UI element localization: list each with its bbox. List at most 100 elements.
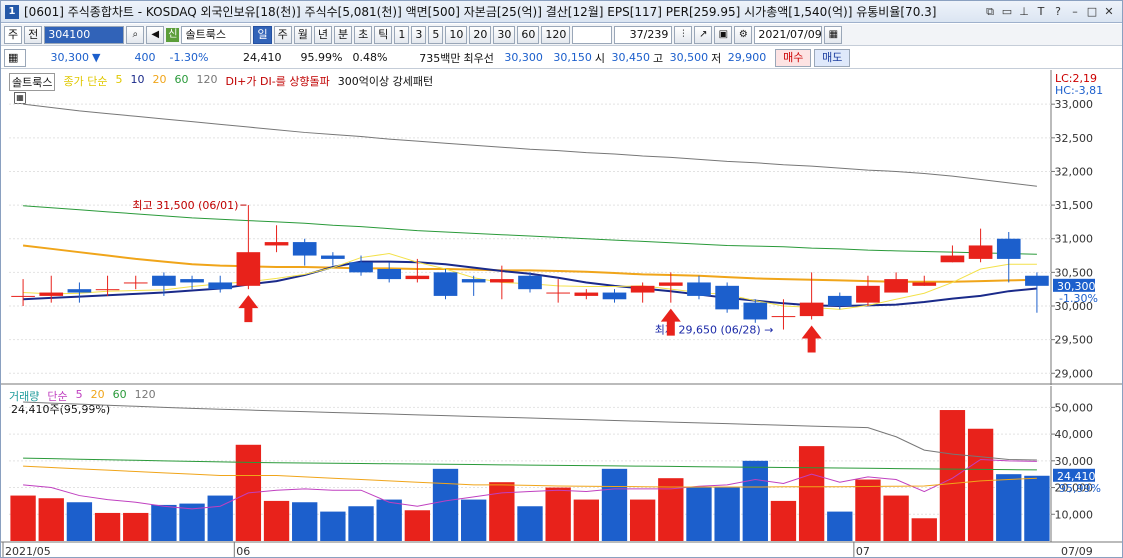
text-size-icon[interactable]: T bbox=[1034, 5, 1048, 19]
volume-bar bbox=[151, 504, 177, 541]
title-bar: 1 [0601] 주식종합차트 - KOSDAQ 외국인보유[18(천)] 주식… bbox=[1, 1, 1122, 23]
window-number-icon[interactable]: 1 bbox=[5, 4, 19, 19]
interval-20-button[interactable]: 20 bbox=[469, 25, 492, 44]
volume-bar bbox=[601, 468, 628, 541]
interval-10-button[interactable]: 10 bbox=[445, 25, 468, 44]
buy-button[interactable]: 매수 bbox=[775, 48, 812, 67]
volume-bar bbox=[827, 511, 853, 541]
volume-bar bbox=[798, 446, 825, 541]
date-field[interactable]: 2021/07/09 bbox=[754, 25, 823, 44]
volume-tick-label: 40,000 bbox=[1055, 428, 1094, 441]
period-second-button[interactable]: 초 bbox=[354, 25, 373, 44]
speaker-icon[interactable]: ◀ bbox=[146, 25, 165, 44]
chart-area: 솔트룩스 종가 단순 5 10 20 60 120 DI+가 DI-를 상향돌파… bbox=[1, 70, 1122, 558]
time-tick-label: 06 bbox=[236, 545, 250, 558]
quote-bar: ▦ 30,300 ▼ 400 -1.30% 24,410 95.99% 0.48… bbox=[1, 47, 1122, 69]
volume-chart[interactable]: 10,00020,00030,00040,00050,00024,41095,9… bbox=[1, 70, 1122, 558]
volume-bar bbox=[489, 482, 515, 541]
help-icon[interactable]: ? bbox=[1051, 5, 1065, 19]
volume-bar bbox=[686, 487, 712, 541]
search-icon[interactable]: ⌕ bbox=[126, 25, 145, 44]
price-change-pct: -1.30% bbox=[169, 51, 209, 64]
volume-bar bbox=[855, 479, 881, 541]
volume-bar bbox=[883, 495, 909, 541]
volume-bar bbox=[911, 518, 937, 541]
volume-bar bbox=[967, 428, 994, 541]
interval-60-button[interactable]: 60 bbox=[517, 25, 540, 44]
maximize-icon[interactable]: □ bbox=[1085, 5, 1099, 19]
trade-amount: 735백만 bbox=[419, 51, 461, 65]
volume-bar bbox=[320, 511, 346, 541]
period-day-button[interactable]: 일 bbox=[253, 25, 272, 44]
volume-bar bbox=[432, 468, 459, 541]
interval-120-button[interactable]: 120 bbox=[541, 25, 571, 44]
volume-bar bbox=[123, 512, 149, 541]
stock-name-field: 솔트룩스 bbox=[181, 25, 252, 44]
volume-ratio: 95.99% bbox=[300, 51, 343, 64]
time-tick-label: 2021/05 bbox=[5, 545, 51, 558]
toolbar-chart-settings: 주 전 304100 ⌕ ◀ 신 솔트룩스 일 주 월 년 분 초 틱 1 3 … bbox=[1, 24, 1122, 46]
count-field[interactable]: 37/239 bbox=[614, 25, 673, 44]
volume-bar bbox=[545, 487, 571, 541]
volume-ma-60-line bbox=[23, 457, 1037, 471]
minimize-icon[interactable]: – bbox=[1068, 5, 1082, 19]
mode-select[interactable]: 주 bbox=[4, 25, 23, 44]
volume-bar bbox=[770, 500, 797, 541]
sell-button[interactable]: 매도 bbox=[814, 48, 851, 67]
best-price-label: 최우선 bbox=[463, 51, 494, 65]
turnover-ratio: 0.48% bbox=[352, 51, 388, 64]
interval-input[interactable] bbox=[572, 25, 613, 44]
close-icon[interactable]: ✕ bbox=[1102, 5, 1116, 19]
volume-ma-120-line bbox=[23, 401, 1037, 461]
current-volume-pct: 95,99% bbox=[1059, 482, 1101, 495]
low-label: 저 bbox=[711, 51, 722, 65]
time-end-label: 07/09 bbox=[1061, 545, 1093, 558]
open-price: 30,450 bbox=[611, 51, 650, 64]
period-week-button[interactable]: 주 bbox=[273, 25, 292, 44]
interval-1-button[interactable]: 1 bbox=[394, 25, 410, 44]
calendar-icon[interactable]: ▦ bbox=[824, 25, 843, 44]
volume-bar bbox=[573, 499, 599, 541]
volume-bar bbox=[292, 502, 318, 541]
volume-ma-20-line bbox=[23, 465, 1037, 488]
volume-bar bbox=[66, 502, 93, 541]
volume-bar bbox=[348, 506, 374, 541]
volume-bar bbox=[714, 487, 740, 541]
candle-icon[interactable]: ⫶ bbox=[674, 25, 693, 44]
volume-bar bbox=[939, 410, 966, 541]
volume-bar bbox=[742, 460, 768, 541]
save-icon[interactable]: ▣ bbox=[714, 25, 733, 44]
stock-code-input[interactable]: 304100 bbox=[44, 25, 125, 44]
open-label: 시 bbox=[594, 51, 605, 65]
best-bid: 30,150 bbox=[553, 51, 592, 64]
volume-bar bbox=[1024, 475, 1050, 541]
high-label: 고 bbox=[652, 51, 664, 65]
gear-icon[interactable]: ⚙ bbox=[734, 25, 753, 44]
period-minute-button[interactable]: 분 bbox=[333, 25, 353, 44]
volume-bar bbox=[404, 510, 431, 541]
best-ask: 30,300 bbox=[504, 51, 543, 64]
volume-bar bbox=[517, 506, 543, 541]
link-icon[interactable]: ⧉ bbox=[983, 5, 997, 19]
volume-tick-label: 50,000 bbox=[1055, 401, 1094, 414]
down-arrow-icon: ▼ bbox=[92, 51, 101, 64]
window-title: [0601] 주식종합차트 - KOSDAQ 외국인보유[18(천)] 주식수[… bbox=[24, 5, 937, 19]
current-price: 30,300 bbox=[50, 51, 90, 64]
volume-bar bbox=[376, 499, 402, 541]
period-year-button[interactable]: 년 bbox=[313, 25, 332, 44]
pin-icon[interactable]: ⊥ bbox=[1017, 5, 1031, 19]
prev-button[interactable]: 전 bbox=[24, 25, 43, 44]
interval-5-button[interactable]: 5 bbox=[428, 25, 444, 44]
interval-30-button[interactable]: 30 bbox=[493, 25, 516, 44]
interval-3-button[interactable]: 3 bbox=[411, 25, 427, 44]
volume-bar bbox=[996, 474, 1022, 541]
quote-menu[interactable]: ▦ bbox=[4, 48, 26, 67]
volume-tick-label: 10,000 bbox=[1055, 508, 1094, 521]
period-month-button[interactable]: 월 bbox=[293, 25, 312, 44]
price-change: 400 bbox=[134, 51, 156, 64]
volume-bar bbox=[10, 495, 36, 541]
market-badge-icon: 신 bbox=[166, 27, 180, 42]
restore-icon[interactable]: ▭ bbox=[1000, 5, 1014, 19]
drawing-icon[interactable]: ↗ bbox=[694, 25, 713, 44]
period-tick-button[interactable]: 틱 bbox=[374, 25, 393, 44]
